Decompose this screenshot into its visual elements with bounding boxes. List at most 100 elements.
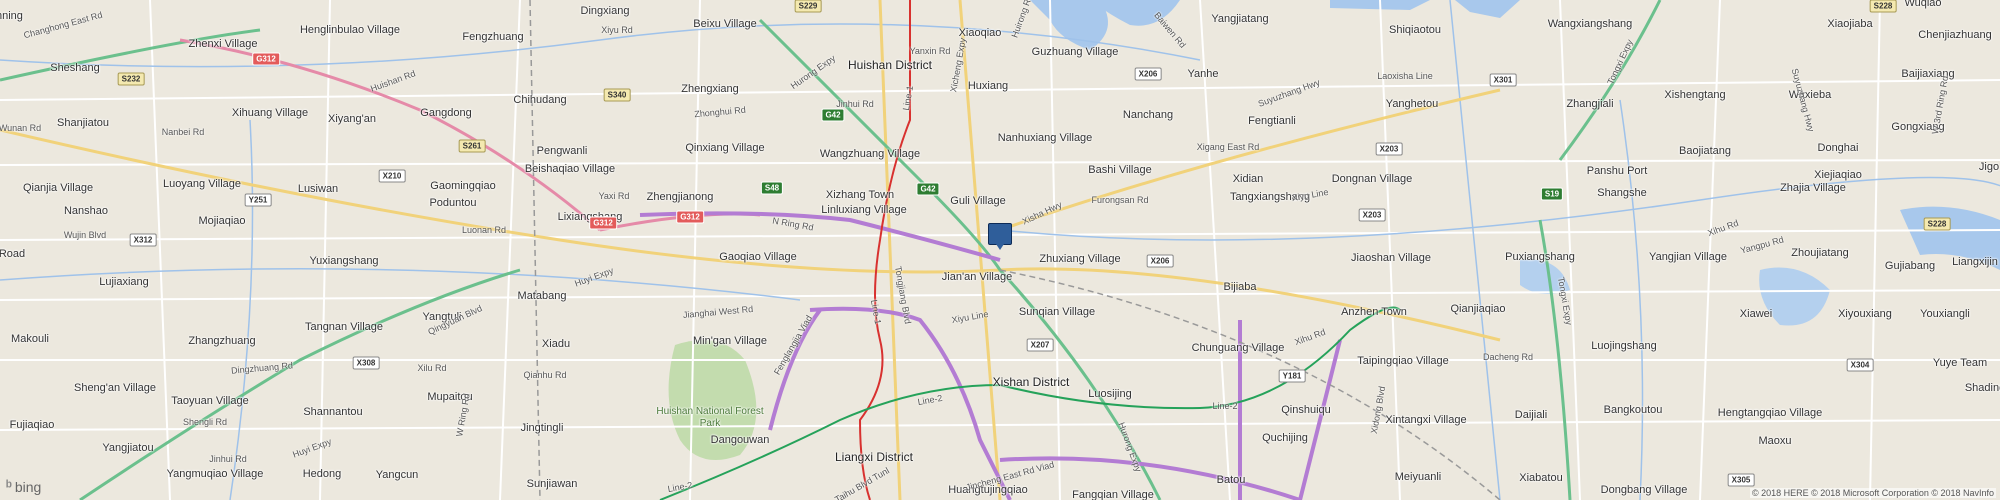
map-base-layer (0, 0, 2000, 500)
route-shield-x308: X308 (352, 356, 380, 370)
route-shield-s229: S229 (794, 0, 822, 13)
place-label-yanghetou: Yanghetou (1385, 98, 1439, 110)
place-label-xihuang-village: Xihuang Village (231, 107, 309, 119)
road-label-yaxi-rd: Yaxi Rd (598, 191, 630, 201)
route-shield-x203: X203 (1358, 208, 1386, 222)
route-shield-x203: X203 (1375, 142, 1403, 156)
place-label-chunguang-village: Chunguang Village (1191, 342, 1285, 354)
place-label-road: Road (0, 248, 26, 260)
place-label-mojiaqiao: Mojiaqiao (198, 215, 246, 227)
road-label-dacheng-rd: Dacheng Rd (1482, 352, 1534, 362)
place-label-xintangxi-village: Xintangxi Village (1385, 414, 1467, 426)
place-label-nanshao: Nanshao (63, 205, 109, 217)
place-label-liangxijin: Liangxijin (1952, 256, 1998, 268)
place-label-baojiatang: Baojiatang (1679, 145, 1731, 157)
road-label-furongsan-rd: Furongsan Rd (1091, 195, 1149, 205)
place-label-nanchang: Nanchang (1122, 109, 1174, 121)
place-label-yangjian-village: Yangjian Village (1649, 251, 1727, 263)
route-shield-s340: S340 (603, 88, 631, 102)
route-shield-g312: G312 (589, 216, 617, 230)
place-label-luojingshang: Luojingshang (1591, 340, 1657, 352)
place-label-yangjiatou: Yangjiatou (102, 442, 154, 454)
place-label-zhangjiali: Zhangjiali (1566, 98, 1614, 110)
place-label-sheng-an-village: Sheng'an Village (73, 382, 157, 394)
road-label-xilu-rd: Xilu Rd (417, 363, 447, 373)
place-label-sunqian-village: Sunqian Village (1018, 306, 1096, 318)
route-shield-s228: S228 (1923, 217, 1951, 231)
road-label-wunan-rd: Wunan Rd (0, 123, 42, 133)
location-pin-icon[interactable] (988, 223, 1012, 250)
route-shield-s19: S19 (1540, 187, 1564, 201)
place-label-wuqiao: Wuqiao (1904, 0, 1942, 9)
road-label-qianhu-rd: Qianhu Rd (523, 370, 567, 380)
place-label-lujiaxiang: Lujiaxiang (99, 276, 149, 288)
place-label-zhengxiang: Zhengxiang (681, 83, 739, 95)
place-label-zhengjianong: Zhengjianong (646, 191, 714, 203)
route-shield-s48: S48 (760, 181, 784, 195)
place-label-fujiaqiao: Fujiaqiao (9, 419, 55, 431)
place-label-yuxiangshang: Yuxiangshang (309, 255, 379, 267)
bing-logo: ᵇ bing (6, 478, 41, 495)
route-shield-x305: X305 (1727, 473, 1755, 487)
route-shield-x304: X304 (1846, 358, 1874, 372)
place-label-xiyang-an: Xiyang'an (328, 113, 376, 125)
place-label-yangcun: Yangcun (375, 469, 419, 481)
place-label-shanjiatou: Shanjiatou (57, 117, 109, 129)
place-label-tangnan-village: Tangnan Village (304, 321, 384, 333)
place-label-xizhang-town: Xizhang Town (825, 189, 895, 201)
place-label-dongbang-village: Dongbang Village (1600, 484, 1688, 496)
place-label-pengwanli: Pengwanli (536, 145, 588, 157)
route-shield-x206: X206 (1146, 254, 1174, 268)
place-label-gaomingqiao: Gaomingqiao (430, 180, 496, 192)
place-label-daijiali: Daijiali (1514, 409, 1548, 421)
place-label-fengzhuang: Fengzhuang (462, 31, 524, 43)
place-label-hedong: Hedong (302, 468, 342, 480)
bing-logo-icon: ᵇ (6, 478, 12, 495)
road-label-yanxin-rd: Yanxin Rd (909, 46, 951, 56)
place-label-jingtingli: Jingtingli (520, 422, 564, 434)
place-label-xiabatou: Xiabatou (1519, 472, 1563, 484)
route-shield-g312: G312 (676, 210, 704, 224)
road-label-jinhui-rd: Jinhui Rd (836, 99, 874, 109)
place-label-wangxiangshang: Wangxiangshang (1547, 18, 1633, 30)
place-label-meiyuanli: Meiyuanli (1394, 471, 1442, 483)
place-label-xiyouxiang: Xiyouxiang (1838, 308, 1892, 320)
place-label-henglinbulao-village: Henglinbulao Village (299, 24, 401, 36)
place-label-wangzhuang-village: Wangzhuang Village (819, 148, 921, 160)
road-label-nanbei-rd: Nanbei Rd (161, 127, 205, 137)
place-label-liangxi-district: Liangxi District (834, 450, 914, 464)
place-label-yangjiatang: Yangjiatang (1211, 13, 1269, 25)
place-label-guzhuang-village: Guzhuang Village (1031, 46, 1119, 58)
place-label-sheshang: Sheshang (50, 62, 100, 74)
place-label-qinshuiqu: Qinshuiqu (1281, 404, 1331, 416)
place-label-donghai: Donghai (1817, 142, 1859, 154)
place-label-huishan-national-forest-park: Huishan National Forest Park (656, 406, 764, 429)
place-label-min-gan-village: Min'gan Village (692, 335, 768, 347)
road-label-laoxisha-line: Laoxisha Line (1377, 71, 1433, 81)
place-label-huxiang: Huxiang (967, 80, 1009, 92)
place-label-jiaoshan-village: Jiaoshan Village (1351, 252, 1431, 264)
place-label-linluxiang-village: Linluxiang Village (821, 204, 907, 216)
bing-logo-text: bing (14, 478, 42, 495)
place-label-xiawei: Xiawei (1739, 308, 1773, 320)
place-label-jigo: Jigo (1978, 161, 2000, 173)
road-label-line-2: Line-2 (1212, 401, 1238, 411)
route-shield-s228: S228 (1869, 0, 1897, 13)
place-label-shangshe: Shangshe (1597, 187, 1647, 199)
route-shield-x301: X301 (1489, 73, 1517, 87)
road-label-wujin-blvd: Wujin Blvd (63, 230, 107, 240)
place-label-lusiwan: Lusiwan (297, 183, 339, 195)
place-label-chihudang: Chihudang (513, 94, 567, 106)
place-label-qinxiang-village: Qinxiang Village (685, 142, 765, 154)
place-label-panshu-port: Panshu Port (1586, 165, 1648, 177)
place-label-maoxu: Maoxu (1758, 435, 1792, 447)
place-label-zhangzhuang: Zhangzhuang (188, 335, 256, 347)
place-label-bashi-village: Bashi Village (1088, 164, 1152, 176)
place-label-guli-village: Guli Village (950, 195, 1006, 207)
route-shield-x207: X207 (1026, 338, 1054, 352)
place-label-yanhe: Yanhe (1187, 68, 1219, 80)
place-label-gujiabang: Gujiabang (1884, 260, 1936, 272)
place-label-hengtangqiao-village: Hengtangqiao Village (1717, 407, 1823, 419)
map-canvas[interactable]: Tianning Dingxiang Beixu Village Henglinbul… (0, 0, 2000, 500)
place-label-dongnan-village: Dongnan Village (1331, 173, 1413, 185)
